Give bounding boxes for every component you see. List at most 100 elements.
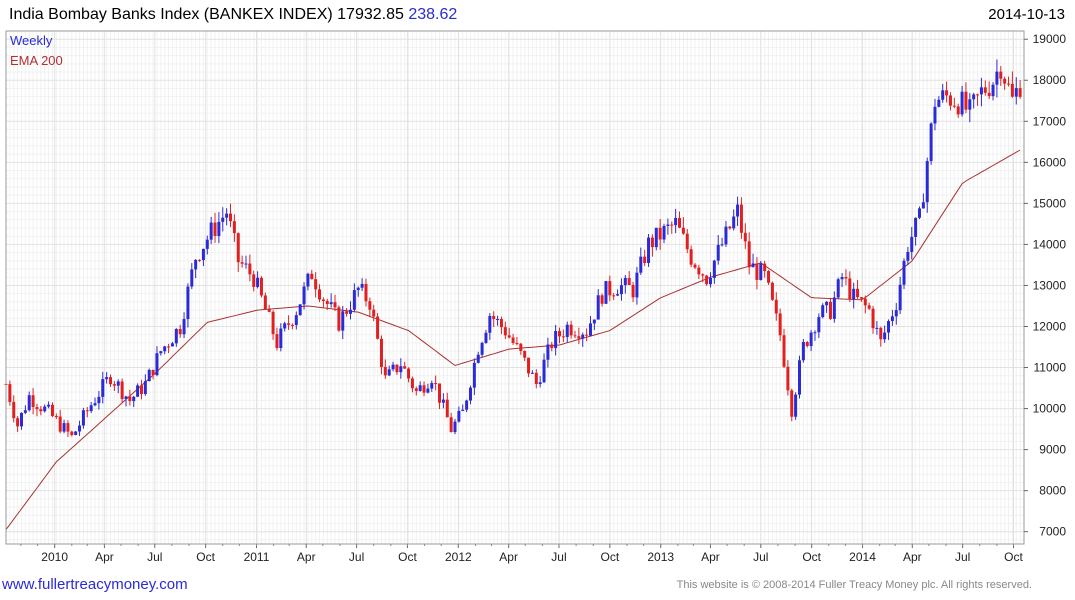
candle-up	[639, 256, 643, 273]
candle-down	[685, 233, 689, 250]
candle-down	[743, 232, 747, 242]
candle-down	[693, 264, 697, 268]
candle-up	[759, 263, 763, 280]
candle-down	[345, 311, 349, 314]
candle-up	[182, 319, 186, 335]
candle-down	[252, 274, 256, 287]
candle-down	[54, 416, 58, 418]
y-tick-label: 13000	[1033, 278, 1067, 292]
candle-down	[318, 289, 322, 300]
candle-down	[608, 281, 612, 296]
candle-up	[972, 94, 976, 100]
candle-up	[708, 277, 712, 285]
candle-down	[422, 385, 426, 393]
candle-up	[170, 343, 174, 347]
y-axis: 7000 8000 9000 10000 11000 12000 13000 14000 150…	[1024, 32, 1067, 539]
candle-down	[631, 285, 635, 298]
candle-up	[914, 217, 918, 237]
candle-down	[321, 299, 325, 301]
candle-down	[310, 273, 314, 280]
y-tick-label: 9000	[1039, 443, 1066, 457]
candle-up	[898, 284, 902, 311]
candle-up	[933, 106, 937, 124]
candle-down	[66, 423, 70, 432]
x-tick-label: Apr	[499, 550, 518, 564]
candle-up	[751, 263, 755, 268]
candle-up	[124, 396, 128, 399]
candle-up	[19, 412, 23, 427]
candle-down	[12, 401, 16, 419]
candle-down	[395, 364, 399, 373]
site-link[interactable]: www.fullertreacymoney.com	[2, 576, 188, 593]
x-tick-label: Jul	[753, 550, 768, 564]
candle-up	[391, 364, 395, 370]
candle-up	[279, 328, 283, 348]
x-tick-label: 2014	[849, 550, 876, 564]
candle-down	[681, 227, 685, 234]
candle-up	[666, 224, 670, 226]
candle-up	[480, 342, 484, 355]
candle-down	[287, 323, 291, 325]
candle-down	[1003, 78, 1007, 84]
candle-up	[968, 99, 972, 110]
candle-up	[736, 204, 740, 217]
candle-down	[747, 241, 751, 268]
candle-up	[902, 260, 906, 285]
candle-up	[732, 216, 736, 229]
candle-down	[863, 298, 867, 306]
candle-down	[600, 295, 604, 304]
candle-up	[716, 244, 720, 261]
candle-down	[151, 369, 155, 376]
candle-up	[294, 315, 298, 325]
x-tick-label: Oct	[1004, 550, 1023, 564]
candle-down	[438, 383, 442, 403]
candle-down	[945, 90, 949, 96]
candle-down	[1007, 83, 1011, 85]
candle-up	[852, 288, 856, 300]
candle-up	[674, 217, 678, 226]
candle-up	[592, 319, 596, 324]
candle-up	[74, 431, 78, 435]
candle-up	[1014, 88, 1018, 97]
candle-up	[283, 323, 287, 329]
candle-up	[217, 221, 221, 236]
candle-up	[201, 248, 205, 261]
candle-down	[658, 227, 662, 240]
candle-up	[941, 90, 945, 100]
candle-down	[263, 295, 267, 310]
candle-down	[403, 366, 407, 369]
candle-up	[724, 226, 728, 245]
candle-up	[194, 259, 198, 270]
x-tick-label: Apr	[701, 550, 720, 564]
candle-up	[209, 222, 213, 240]
candle-up	[619, 285, 623, 295]
candle-down	[503, 327, 507, 336]
candle-down	[337, 307, 341, 331]
candle-up	[960, 91, 964, 115]
x-tick-label: Oct	[600, 550, 619, 564]
candle-down	[198, 259, 202, 261]
candle-up	[472, 362, 476, 388]
candle-down	[987, 92, 991, 97]
candle-up	[596, 295, 600, 320]
candle-up	[647, 237, 651, 264]
candle-up	[979, 87, 983, 95]
candle-down	[519, 343, 523, 351]
candle-down	[848, 278, 852, 300]
candle-up	[47, 404, 51, 407]
candle-up	[588, 323, 592, 336]
candle-up	[616, 294, 620, 296]
candle-down	[112, 384, 116, 386]
candle-down	[879, 327, 883, 340]
plot-frame	[5, 30, 1025, 545]
candle-down	[585, 334, 589, 336]
candle-down	[859, 297, 863, 299]
candle-up	[887, 321, 891, 333]
candle-down	[259, 277, 263, 296]
candle-up	[78, 425, 82, 432]
candle-down	[16, 418, 20, 427]
candle-up	[530, 372, 534, 374]
candle-up	[496, 318, 500, 320]
candle-up	[387, 369, 391, 376]
candle-up	[817, 317, 821, 333]
